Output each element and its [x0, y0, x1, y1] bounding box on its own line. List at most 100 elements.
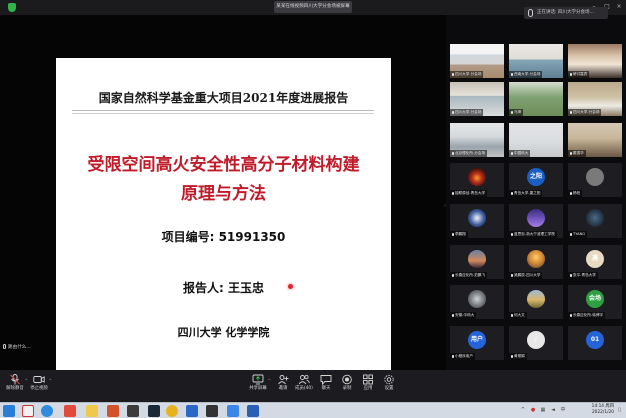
participant-tile[interactable]: 戴振华 [568, 123, 622, 157]
participant-name-text: 杨柏 [573, 191, 581, 195]
participant-tile[interactable]: 遇张平-青岛大学 [568, 245, 622, 279]
antivirus-icon[interactable]: ● [530, 407, 536, 414]
pdf-reader-icon[interactable] [64, 405, 76, 417]
participant-avatar [527, 250, 545, 268]
participant-avatar: 会场 [586, 290, 604, 308]
presentation-slide: 国家自然科学基金重大项目2021年度进展报告 受限空间高火安全性高分子材料构建 … [56, 58, 391, 370]
slide-heading-line2: 原理与方法 [181, 184, 266, 204]
slide-project-code: 项目编号: 51991350 [161, 230, 286, 244]
participant-tile[interactable]: 何大文 [509, 285, 563, 319]
participant-name: 青岛大学-唐之阳 [509, 190, 543, 197]
clock[interactable]: 14:14 周四 2022/1/20 [576, 404, 614, 416]
participant-avatar [468, 250, 486, 268]
participant-tile[interactable]: 杨柏 [568, 163, 622, 197]
record-icon [342, 374, 352, 385]
participant-name: 蓝思忠-浙大宁波理工学院 [509, 231, 557, 238]
participant-avatar: 01 [586, 331, 604, 349]
participant-name: 四川大学-分会场 [568, 109, 602, 116]
participant-tile[interactable]: 四川大学-分会场 [450, 44, 504, 78]
participant-name-text: TYANG [573, 232, 586, 236]
browser-icon[interactable] [41, 405, 53, 417]
mic-icon [452, 354, 454, 358]
participant-name: 安徽-中科大 [450, 312, 477, 319]
mic-icon [570, 273, 572, 277]
video-icon [33, 376, 45, 383]
participant-tile[interactable]: 吴鹏辰-四川大学 [509, 245, 563, 279]
participant-name: 黄丽娟 [509, 353, 527, 360]
participant-avatar [527, 209, 545, 227]
stop-video-button[interactable]: 停止视频 ^ [24, 374, 54, 400]
participant-name-text: 安徽-中科大 [455, 313, 475, 317]
participant-tile[interactable]: 用户 小程序用户 [450, 326, 504, 360]
powerpoint-icon[interactable] [107, 405, 119, 417]
participant-tile[interactable]: 长春应化所-范鹏飞 [450, 245, 504, 279]
mic-icon [452, 151, 454, 155]
participant-tile[interactable]: 李鹏翔 [450, 204, 504, 238]
participant-tile[interactable]: 四川大学-分会场 [568, 82, 622, 116]
participant-tile[interactable]: 01 [568, 326, 622, 360]
chevron-up-icon[interactable]: ^ [520, 407, 526, 414]
mic-icon [511, 110, 513, 114]
close-icon[interactable]: × [615, 3, 623, 11]
participant-tile[interactable]: 北京理化所-分会场 [450, 123, 504, 157]
app-360-icon[interactable] [22, 405, 34, 417]
participant-tile[interactable]: 独联原创-青岛大学 [450, 163, 504, 197]
participant-tile[interactable]: 之阳青岛大学-唐之阳 [509, 163, 563, 197]
volume-icon[interactable]: ◄ [550, 407, 556, 414]
network-icon[interactable]: ▦ [540, 407, 546, 414]
participant-name-text: 吴鹏辰-四川大学 [514, 273, 541, 277]
settings-button[interactable]: 设置 [374, 374, 404, 400]
settings-label: 设置 [384, 386, 394, 391]
participant-tile[interactable]: 马坤 [509, 82, 563, 116]
gaming-app-icon[interactable] [206, 405, 218, 417]
participant-avatar: ♪ [527, 331, 545, 349]
participant-name-text: 北京理化所-分会场 [455, 151, 486, 155]
participant-tile[interactable]: 四川大学-分会场 [450, 82, 504, 116]
mic-icon [570, 72, 572, 76]
window-title: 某某在线视频四川大学分会场被屏幕 [274, 1, 352, 13]
participant-avatar: 之阳 [527, 168, 545, 186]
file-explorer-icon[interactable] [86, 405, 98, 417]
mail-icon[interactable] [227, 405, 239, 417]
participant-tile[interactable]: TYANG [568, 204, 622, 238]
participant-tile[interactable]: 安徽-中科大 [450, 285, 504, 319]
participant-name: 四川大学-分会场 [450, 71, 484, 78]
shared-screen[interactable]: 国家自然科学基金重大项目2021年度进展报告 受限空间高火安全性高分子材料构建 … [0, 15, 446, 370]
participant-tile[interactable]: 研讨嘉宾 [568, 44, 622, 78]
media-player-icon[interactable] [127, 405, 139, 417]
participant-name: 张平-青岛大学 [568, 272, 598, 279]
participant-tile[interactable]: 中国科大 [509, 123, 563, 157]
mic-icon [511, 313, 513, 317]
participant-tile[interactable]: 蓝思忠-浙大宁波理工学院 [509, 204, 563, 238]
participant-name: 戴振华 [568, 150, 586, 157]
participant-name-text: 蓝思忠-浙大宁波理工学院 [514, 232, 555, 236]
self-preview[interactable]: 路由什么... [0, 341, 55, 354]
mic-icon [452, 232, 454, 236]
participant-tile[interactable]: 会场长春应化所-徐博宇 [568, 285, 622, 319]
participant-avatar [468, 290, 486, 308]
slide-divider-thin [72, 113, 374, 114]
participant-name: 中国科大 [509, 150, 531, 157]
meeting-toolbar: 解除静音 ^ 停止视频 ^ 共享屏幕 ^ 邀请 成员(40) 聊天 录制 应用 … [0, 370, 626, 402]
security-shield-icon[interactable] [8, 3, 16, 12]
participant-tile[interactable]: ♪ 黄丽娟 [509, 326, 563, 360]
mic-icon [570, 151, 572, 155]
stop-video-label: 停止视频 [30, 386, 48, 391]
participant-tile[interactable]: 西南大学-分会场 [509, 44, 563, 78]
participant-name: 长春应化所-徐博宇 [568, 312, 606, 319]
participant-avatar: 用户 [468, 331, 486, 349]
mic-icon [452, 72, 454, 76]
input-method-icon[interactable]: 中 [560, 407, 566, 414]
word-icon[interactable] [247, 405, 259, 417]
laser-pointer [288, 284, 293, 289]
participant-name-text: 马坤 [514, 110, 522, 114]
participant-name: 西南大学-分会场 [509, 71, 543, 78]
mic-icon [452, 313, 454, 317]
start-menu-icon[interactable] [3, 405, 15, 417]
participant-avatar [468, 168, 486, 186]
notification-icon[interactable]: ▯ [617, 407, 622, 414]
chevron-up-icon[interactable]: ^ [49, 378, 52, 383]
word-doc-icon[interactable] [186, 405, 198, 417]
steam-icon[interactable] [148, 405, 160, 417]
chrome-icon[interactable] [166, 405, 178, 417]
